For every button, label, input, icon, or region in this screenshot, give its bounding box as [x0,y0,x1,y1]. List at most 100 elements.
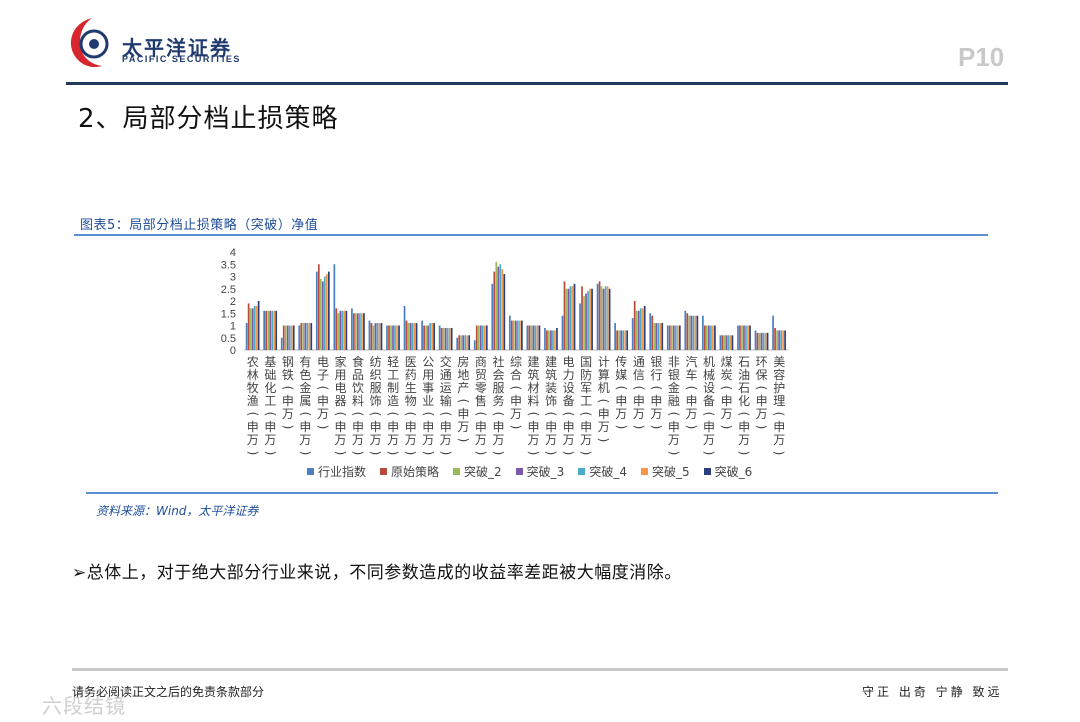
bar [405,320,408,350]
x-tick-label-char: 饰 [370,394,382,408]
bar [672,325,675,350]
bar [363,313,365,350]
x-tick-label-char: 万 [685,407,697,421]
bar [372,325,375,350]
bar [415,323,418,350]
x-tick-label-char: 申 [773,420,785,434]
bullet-icon: ➢ [72,563,87,583]
bar [508,315,511,350]
bar [708,325,710,350]
bar [423,325,425,350]
x-tick-label-char: 造 [387,394,399,408]
bar [483,325,486,350]
bar [475,325,478,350]
x-tick-label-char: 石 [738,355,750,369]
bar [778,330,780,350]
bar [661,323,664,350]
x-tick-label-char: 保 [756,368,768,382]
x-tick-label-char: 力 [563,368,575,382]
legend-item: 行业指数 [307,463,366,480]
x-tick-label-char: 化 [738,394,750,408]
x-tick-label-char: ) [649,425,663,430]
bar [548,330,550,350]
bar [521,320,523,350]
x-tick-label-char: 申 [299,420,311,434]
bar [431,323,433,350]
bar [325,274,328,350]
bar [503,274,506,350]
bar [704,325,706,350]
x-tick-label-char: 织 [370,368,382,382]
x-tick-label-char: ) [562,451,576,456]
bar [602,288,605,350]
bar [782,330,784,350]
bar [458,335,461,350]
x-tick-label-char: 设 [703,381,715,395]
x-tick-label-char: 属 [299,394,311,408]
x-tick-label-char: 万 [545,433,557,447]
bar [275,310,278,350]
x-tick-label-char: 算 [598,367,610,382]
x-tick-label-char: 万 [668,433,680,447]
bar [466,335,469,350]
bar [710,325,712,350]
legend-label: 原始策略 [391,465,440,479]
x-tick-label-char: ( [246,412,260,417]
x-tick-label-char: ) [439,451,453,456]
x-tick-label-char: 子 [317,368,329,382]
page-number: P10 [958,42,1005,72]
x-tick-label-char: ) [491,451,505,456]
x-tick-label-char: 房 [457,354,469,369]
body-paragraph: ➢总体上，对于绝大部分行业来说，不同参数造成的收益率差距被大幅度消除。 [72,558,682,583]
y-tick-label: 4 [230,247,236,259]
bar [747,325,749,350]
x-tick-label-char: 万 [405,433,417,447]
x-tick-label-char: 万 [457,420,469,434]
x-tick-label-char: 申 [668,420,680,434]
bar [273,310,276,350]
x-tick-label-char: 交 [440,354,452,369]
bar [398,325,400,350]
x-tick-label-char: 药 [405,368,417,382]
x-tick-label-char: 申 [247,420,259,434]
bar [253,305,256,350]
bar [604,286,607,350]
x-tick-label-char: 务 [492,393,504,408]
chart-source: 资料来源：Wind，太平洋证券 [96,504,259,518]
bar [579,303,581,350]
footer-rule [72,668,1008,671]
logo [66,14,118,72]
bar [345,310,348,350]
footer-motto: 守正 出奇 宁静 致远 [862,685,1003,699]
x-tick-label-char: 申 [492,420,504,434]
x-tick-label-char: 工 [264,394,276,408]
body-text: 总体上，对于绝大部分行业来说，不同参数造成的收益率差距被大幅度消除。 [86,563,682,583]
bar [370,323,373,350]
x-tick-label-char: 备 [703,394,715,408]
logo-mark-icon [70,18,109,68]
bar [780,330,782,350]
bar [280,337,283,350]
x-tick-label-char: ( [544,412,558,417]
bar [355,313,357,350]
x-tick-label-char: ) [456,438,470,443]
x-tick-label-char: 林 [247,368,259,382]
x-tick-label-char: 万 [352,433,364,447]
x-tick-label-char: 电 [563,355,575,369]
x-tick-label-char: ) [684,425,698,430]
bar [651,315,654,350]
x-tick-label-char: ) [509,425,523,430]
bar [674,325,677,350]
bar [573,283,576,350]
x-tick-label-char: 纺 [370,355,382,369]
x-tick-label-char: 炭 [721,368,733,382]
bar [403,305,406,350]
x-tick-label-char: ( [298,412,312,417]
bar [756,332,759,350]
x-tick-label-char: ( [386,412,400,417]
x-tick-label-char: ( [737,412,751,417]
bar [245,323,248,350]
x-tick-label-char: 电 [335,381,347,395]
bar [427,325,429,350]
bar [361,313,363,350]
